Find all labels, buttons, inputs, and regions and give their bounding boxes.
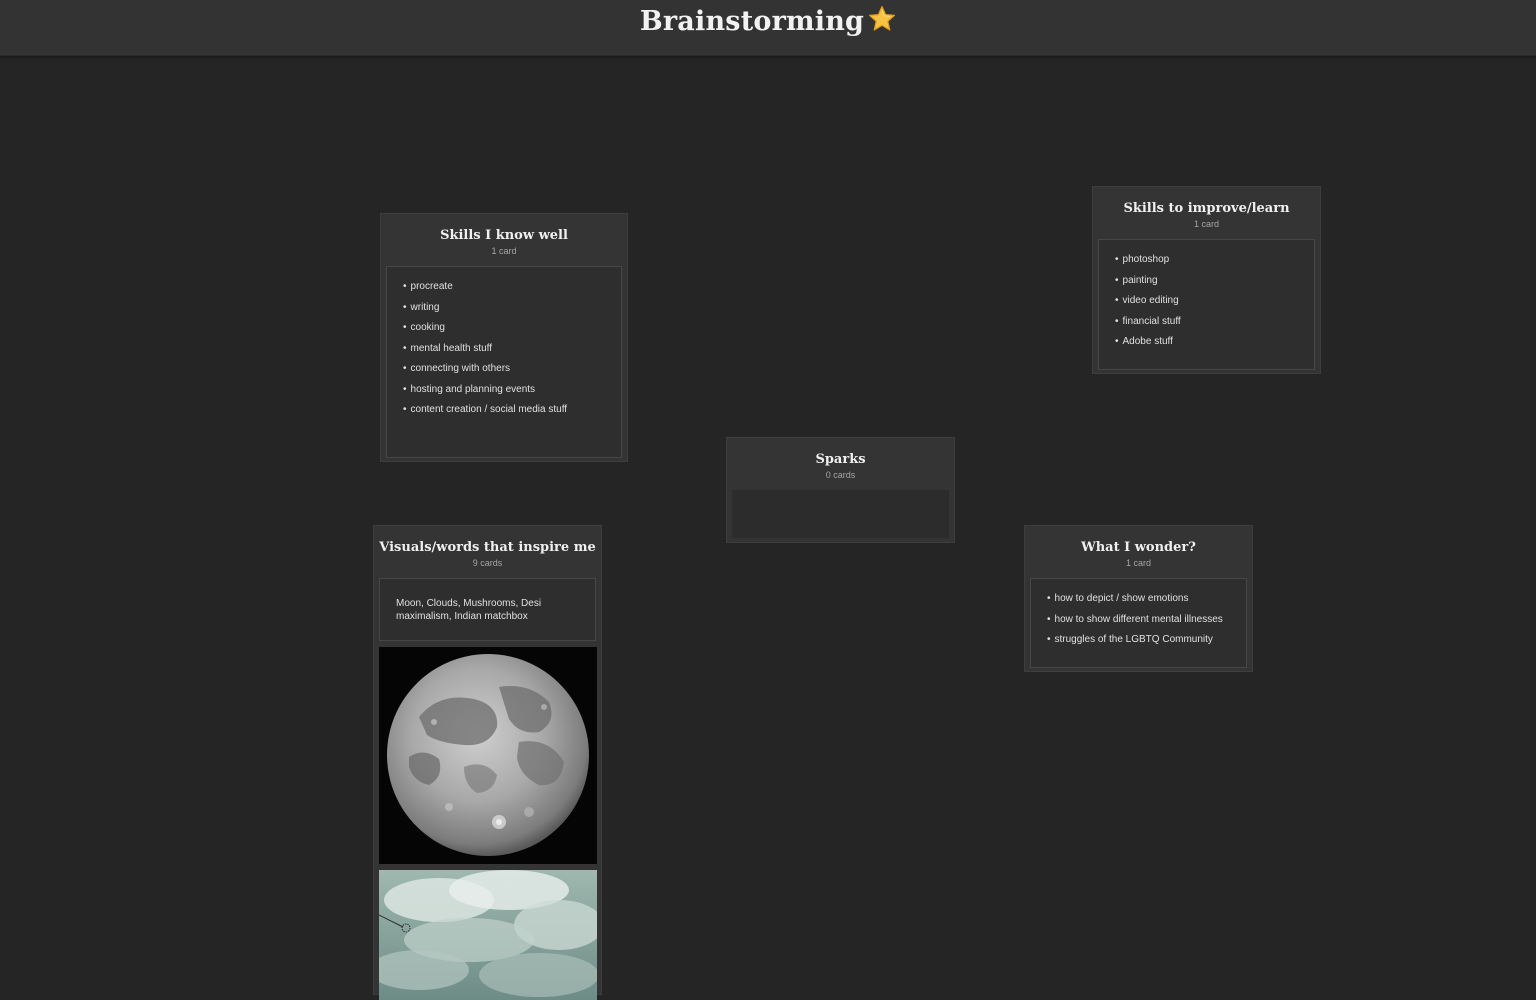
list-item: how to depict / show emotions xyxy=(1047,593,1230,605)
board-header: Brainstorming xyxy=(0,0,1536,56)
card-count: 1 card xyxy=(1125,558,1151,568)
list-card[interactable]: procreate writing cooking mental health … xyxy=(386,266,622,458)
text-card[interactable]: Moon, Clouds, Mushrooms, Desi maximalism… xyxy=(379,578,596,641)
list-item: connecting with others xyxy=(403,363,605,375)
clouds-image xyxy=(379,870,597,1000)
moon-image xyxy=(379,647,597,864)
empty-drop-zone[interactable] xyxy=(732,490,949,538)
list-item: financial stuff xyxy=(1115,316,1298,328)
list-item: mental health stuff xyxy=(403,343,605,355)
star-icon xyxy=(868,5,896,40)
list-item: video editing xyxy=(1115,295,1298,307)
board-title[interactable]: Brainstorming xyxy=(0,5,1536,40)
column-sparks[interactable]: Sparks 0 cards xyxy=(726,437,955,543)
column-title[interactable]: Visuals/words that inspire me xyxy=(379,540,596,555)
list-card[interactable]: how to depict / show emotions how to sho… xyxy=(1030,578,1247,668)
column-skills-improve[interactable]: Skills to improve/learn 1 card photoshop… xyxy=(1092,186,1321,374)
list-item: content creation / social media stuff xyxy=(403,404,605,416)
board-canvas[interactable]: Skills I know well 1 card procreate writ… xyxy=(0,56,1536,1000)
list-item: procreate xyxy=(403,281,605,293)
column-title[interactable]: Skills to improve/learn xyxy=(1098,201,1315,216)
column-title[interactable]: Sparks xyxy=(732,452,949,467)
list-item: writing xyxy=(403,302,605,314)
card-count: 9 cards xyxy=(472,558,503,568)
list-item: photoshop xyxy=(1115,254,1298,266)
card-text: Moon, Clouds, Mushrooms, Desi maximalism… xyxy=(396,598,542,622)
column-title[interactable]: Skills I know well xyxy=(386,228,622,243)
column-inspire[interactable]: Visuals/words that inspire me 9 cards Mo… xyxy=(373,525,602,1000)
list-item: hosting and planning events xyxy=(403,384,605,396)
list-card[interactable]: photoshop painting video editing financi… xyxy=(1098,239,1315,370)
clouds-image-card[interactable] xyxy=(379,870,597,1000)
list-item: Adobe stuff xyxy=(1115,336,1298,348)
card-count: 1 card xyxy=(491,246,517,256)
column-title[interactable]: What I wonder? xyxy=(1030,540,1247,555)
card-count: 0 cards xyxy=(825,470,856,480)
card-count: 1 card xyxy=(1193,219,1219,229)
column-wonder[interactable]: What I wonder? 1 card how to depict / sh… xyxy=(1024,525,1253,672)
moon-image-card[interactable] xyxy=(379,647,597,864)
list-item: cooking xyxy=(403,322,605,334)
list-item: painting xyxy=(1115,275,1298,287)
column-skills-known[interactable]: Skills I know well 1 card procreate writ… xyxy=(380,213,628,462)
list-item: struggles of the LGBTQ Community xyxy=(1047,634,1230,646)
board-title-text[interactable]: Brainstorming xyxy=(640,6,864,37)
list-item: how to show different mental illnesses xyxy=(1047,614,1230,626)
